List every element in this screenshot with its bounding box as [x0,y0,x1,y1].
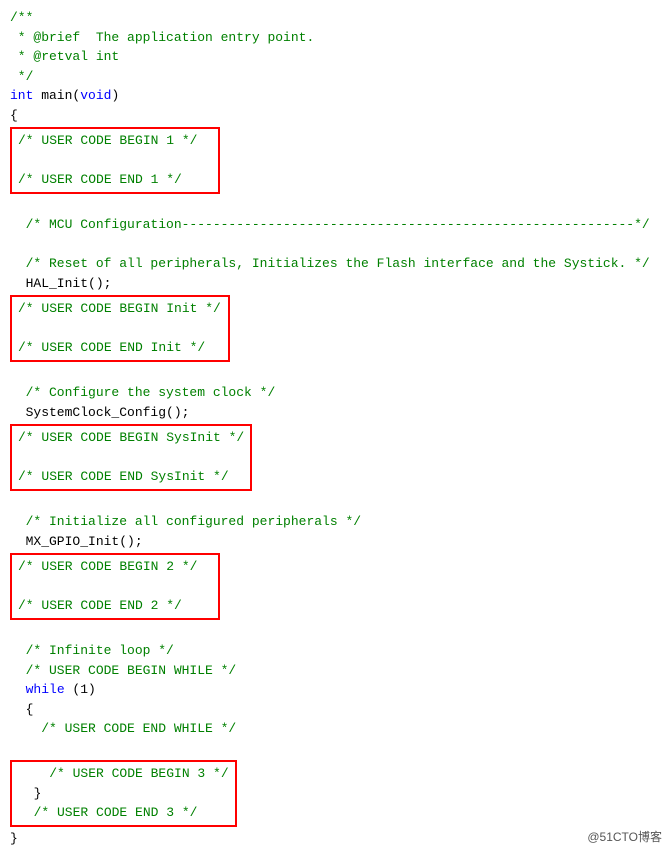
code-line [10,739,662,759]
code-line: /* USER CODE BEGIN 3 */ [18,764,229,784]
code-line: /* Configure the system clock */ [10,383,662,403]
code-line [18,319,222,339]
code-line: * @brief The application entry point. [10,28,662,48]
user-code-box-sysinit: /* USER CODE BEGIN SysInit */ /* USER CO… [10,424,252,491]
user-code-box-1: /* USER CODE BEGIN 1 */ /* USER CODE END… [10,127,220,194]
code-line: /* USER CODE END 1 */ [18,170,212,190]
code-line: /* USER CODE BEGIN 2 */ [18,557,212,577]
user-code-box-2: /* USER CODE BEGIN 2 */ /* USER CODE END… [10,553,220,620]
code-line: MX_GPIO_Init(); [10,532,662,552]
code-line: /* USER CODE END 2 */ [18,596,212,616]
code-line: HAL_Init(); [10,274,662,294]
code-line [10,196,662,216]
code-line: while (1) [10,680,662,700]
code-line: SystemClock_Config(); [10,403,662,423]
code-line: /* USER CODE END SysInit */ [18,467,244,487]
code-line: } [18,784,229,804]
code-line [18,577,212,597]
code-line: /* Reset of all peripherals, Initializes… [10,254,662,274]
code-line: /** [10,8,662,28]
code-line: /* Initialize all configured peripherals… [10,512,662,532]
code-line: { [10,700,662,720]
code-container: /** * @brief The application entry point… [10,8,662,848]
code-line: } [10,829,662,849]
code-line: /* USER CODE END Init */ [18,338,222,358]
code-line: /* USER CODE BEGIN WHILE */ [10,661,662,681]
code-line [10,235,662,255]
code-line: /* Infinite loop */ [10,641,662,661]
code-line [10,493,662,513]
user-code-box-init: /* USER CODE BEGIN Init */ /* USER CODE … [10,295,230,362]
code-line: /* USER CODE BEGIN Init */ [18,299,222,319]
code-line [10,622,662,642]
code-line: /* USER CODE END WHILE */ [10,719,662,739]
code-line: */ [10,67,662,87]
code-line: /* USER CODE BEGIN 1 */ [18,131,212,151]
code-line [10,364,662,384]
code-line: /* MCU Configuration--------------------… [10,215,662,235]
code-line [18,448,244,468]
code-line: * @retval int [10,47,662,67]
user-code-box-3: /* USER CODE BEGIN 3 */ } /* USER CODE E… [10,760,237,827]
code-line: int main(void) [10,86,662,106]
code-line: { [10,106,662,126]
code-line [18,151,212,171]
watermark: @51CTO博客 [587,828,662,846]
code-line: /* USER CODE BEGIN SysInit */ [18,428,244,448]
code-line: /* USER CODE END 3 */ [18,803,229,823]
